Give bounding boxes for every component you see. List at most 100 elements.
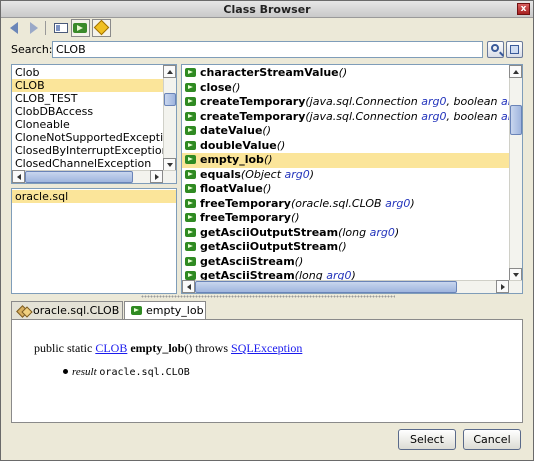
toolbar-separator (45, 21, 46, 35)
tab-class[interactable]: oracle.sql.CLOB (11, 301, 123, 319)
scroll-thumb[interactable] (25, 171, 133, 183)
class-list-item[interactable]: Cloneable (12, 118, 165, 131)
method-icon (185, 184, 196, 193)
package-list[interactable]: oracle.sql (11, 188, 177, 294)
signature-text: ) (309, 167, 315, 181)
result-value: oracle.sql.CLOB (99, 367, 190, 378)
signature-throws: () throws (184, 341, 232, 355)
signature-text: () (290, 211, 300, 224)
member-list-item[interactable]: freeTemporary(oracle.sql.CLOB arg0) (182, 197, 511, 212)
member-list-item[interactable]: createTemporary(java.sql.Connection arg0… (182, 95, 522, 110)
method-icon (185, 97, 196, 106)
result-label: result (72, 366, 97, 378)
method-name: freeTemporary (200, 211, 291, 224)
class-list-item[interactable]: CLOB_TEST (12, 92, 165, 105)
close-button[interactable]: x (517, 3, 530, 15)
search-options-button[interactable] (506, 41, 523, 58)
method-signature: () (263, 182, 272, 195)
member-list-item[interactable]: close() (182, 81, 511, 96)
member-list-hscrollbar[interactable] (182, 280, 522, 293)
signature-text: (java.sql.Connection (305, 95, 422, 108)
package-list-item[interactable]: oracle.sql (12, 190, 176, 203)
show-class-button[interactable] (53, 20, 69, 36)
signature-text: ) (394, 225, 400, 239)
argument-name: arg0 (421, 109, 447, 123)
scroll-left-button[interactable] (12, 170, 25, 183)
member-list-item[interactable]: getAsciiStream() (182, 255, 511, 270)
member-list-item[interactable]: doubleValue() (182, 139, 511, 154)
signature-text: (Object (240, 167, 285, 181)
class-icon (18, 305, 30, 315)
select-button[interactable]: Select (398, 429, 456, 450)
class-list-item[interactable]: CLOB (12, 79, 165, 92)
method-signature: () (277, 139, 286, 152)
argument-name: arg0 (369, 225, 395, 239)
member-list-item[interactable]: characterStreamValue() (182, 66, 511, 81)
method-name: getAsciiStream (200, 254, 295, 268)
class-list-item[interactable]: ClosedChannelException (12, 157, 165, 170)
method-signature: () (291, 211, 300, 224)
member-list-item[interactable]: getAsciiOutputStream() (182, 240, 511, 255)
method-signature: (oracle.sql.CLOB arg0) (291, 197, 415, 210)
method-icon (185, 198, 196, 208)
search-button[interactable] (487, 41, 504, 58)
tab-label: oracle.sql.CLOB (33, 304, 120, 317)
member-list-item[interactable]: dateValue() (182, 124, 511, 139)
search-input[interactable] (52, 41, 483, 58)
signature-text: () (231, 80, 241, 94)
forward-button[interactable] (25, 20, 41, 36)
return-type-link[interactable]: CLOB (95, 341, 127, 355)
show-methods-toggle[interactable] (71, 19, 90, 37)
member-list-item[interactable]: empty_lob() (182, 153, 511, 168)
horizontal-splitter[interactable] (141, 295, 395, 298)
search-label: Search: (11, 43, 53, 56)
options-icon (510, 45, 519, 54)
member-list[interactable]: characterStreamValue() close() createTempo… (181, 64, 523, 294)
member-list-vscrollbar[interactable] (509, 65, 522, 281)
member-list-item[interactable]: createTemporary(java.sql.Connection arg0… (182, 109, 522, 125)
member-list-item[interactable]: getAsciiOutputStream(long arg0) (182, 226, 511, 241)
class-list-item[interactable]: ClobDBAccess (12, 105, 165, 118)
class-list[interactable]: Clob CLOB CLOB_TEST ClobDBAccess Cloneable Cl… (11, 64, 177, 184)
method-signature: () (295, 255, 304, 268)
scroll-right-button[interactable] (150, 170, 163, 183)
tab-label: empty_lob (146, 304, 204, 317)
method-name: createTemporary (200, 95, 306, 108)
scroll-thumb[interactable] (195, 281, 457, 293)
method-signature: (Object arg0) (241, 168, 314, 181)
method-signature: () (264, 153, 273, 166)
method-name: createTemporary (200, 109, 306, 123)
class-list-item[interactable]: ClosedByInterruptException (12, 144, 169, 157)
scroll-thumb[interactable] (510, 105, 522, 135)
member-list-item[interactable]: freeTemporary() (182, 211, 511, 226)
cancel-button[interactable]: Cancel (463, 429, 521, 450)
method-icon (185, 242, 196, 251)
tab-method[interactable]: empty_lob (124, 301, 206, 320)
scroll-thumb[interactable] (164, 93, 176, 106)
member-list-item[interactable]: floatValue() (182, 182, 511, 197)
signature-prefix: public static (34, 341, 96, 355)
class-list-vscrollbar[interactable] (163, 65, 176, 171)
class-list-item[interactable]: CloneNotSupportedException (12, 131, 176, 144)
exception-link[interactable]: SQLException (231, 341, 302, 355)
scroll-up-button[interactable] (163, 65, 176, 78)
class-list-hscrollbar[interactable] (12, 170, 176, 183)
method-name: getAsciiOutputStream (200, 225, 339, 239)
show-fields-toggle[interactable] (92, 19, 111, 37)
result-description: result oracle.sql.CLOB (63, 366, 190, 378)
method-icon (73, 23, 87, 33)
member-list-rows: characterStreamValue() close() createTempo… (182, 66, 522, 284)
scroll-right-button[interactable] (496, 280, 509, 293)
signature-text: ) (410, 196, 415, 210)
back-button[interactable] (7, 20, 23, 36)
scroll-up-button[interactable] (509, 65, 522, 78)
method-icon (185, 68, 196, 77)
method-signature: (long arg0) (338, 226, 399, 239)
class-list-rows: Clob CLOB CLOB_TEST ClobDBAccess Cloneable Cl… (12, 66, 176, 170)
title-bar[interactable]: Class Browser x (1, 1, 533, 18)
scroll-left-button[interactable] (182, 280, 195, 293)
class-list-item[interactable]: Clob (12, 66, 165, 79)
member-list-item[interactable]: equals(Object arg0) (182, 168, 511, 183)
field-icon (93, 19, 110, 36)
signature-text: () (276, 138, 286, 152)
